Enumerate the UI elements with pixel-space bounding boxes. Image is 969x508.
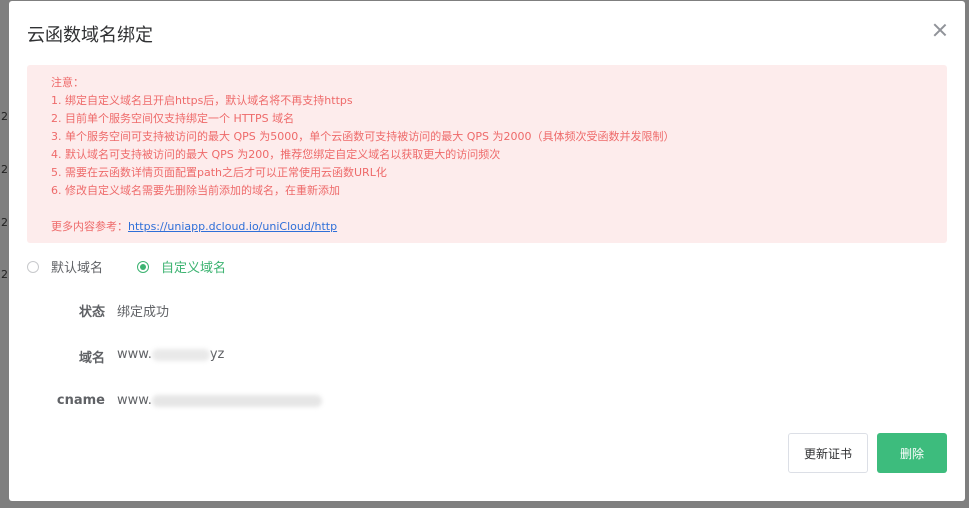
renew-certificate-button[interactable]: 更新证书: [788, 433, 868, 473]
radio-circle-icon[interactable]: [27, 260, 39, 273]
notice-item: 1. 绑定自定义域名且开启https后，默认域名将不再支持https: [51, 94, 353, 107]
redacted-mask: [151, 348, 210, 361]
notice-item: 3. 单个服务空间可支持被访问的最大 QPS 为5000，单个云函数可支持被访问…: [51, 130, 675, 143]
notice-item: 2. 目前单个服务空间仅支持绑定一个 HTTPS 域名: [51, 112, 295, 125]
domain-value-suffix: yz: [209, 347, 225, 362]
radio-label-default: 默认域名: [51, 261, 104, 276]
cname-label: cname: [56, 393, 105, 408]
notice-item: 4. 默认域名可支持被访问的最大 QPS 为200，推荐您绑定自定义域名以获取更…: [51, 148, 501, 161]
status-field: 状态 绑定成功: [9, 301, 409, 321]
radio-circle-checked-icon[interactable]: [137, 260, 149, 273]
backdrop-row-digit: 2: [1, 110, 8, 123]
status-label: 状态: [78, 305, 105, 320]
cname-field: cname www.: [9, 393, 409, 413]
radio-label-custom: 自定义域名: [161, 261, 227, 276]
dialog-title: 云函数域名绑定: [27, 25, 153, 46]
cname-value-prefix: www.: [117, 393, 152, 408]
radio-custom-domain[interactable]: 自定义域名: [137, 257, 226, 276]
backdrop-row-digit: 2: [1, 216, 8, 229]
docs-link[interactable]: https://uniapp.dcloud.io/uniCloud/http: [128, 220, 337, 233]
radio-default-domain[interactable]: 默认域名: [27, 257, 103, 276]
notice-alert: 注意： 1. 绑定自定义域名且开启https后，默认域名将不再支持https 2…: [27, 65, 947, 243]
notice-more: 更多内容参考：https://uniapp.dcloud.io/uniCloud…: [51, 218, 947, 236]
notice-more-prefix: 更多内容参考：: [51, 220, 128, 233]
domain-label: 域名: [78, 351, 105, 366]
redacted-mask: [151, 394, 322, 407]
close-icon[interactable]: [933, 23, 947, 37]
delete-button[interactable]: 删除: [877, 433, 947, 473]
cname-value: www.: [117, 393, 322, 408]
domain-value-prefix: www.: [117, 347, 152, 362]
domain-field: 域名 www. yz: [9, 347, 409, 367]
backdrop-row-digit: 2: [1, 163, 8, 176]
notice-spacer: [51, 200, 947, 218]
backdrop-row-digit: 2: [1, 268, 8, 281]
notice-item: 6. 修改自定义域名需要先删除当前添加的域名，在重新添加: [51, 184, 340, 197]
notice-heading: 注意：: [51, 76, 84, 89]
notice-item: 5. 需要在云函数详情页面配置path之后才可以正常使用云函数URL化: [51, 166, 387, 179]
status-value: 绑定成功: [117, 305, 170, 320]
domain-value: www. yz: [117, 347, 224, 362]
domain-binding-dialog: 云函数域名绑定 注意： 1. 绑定自定义域名且开启https后，默认域名将不再支…: [9, 1, 965, 501]
watermark: CSDN @一只小泰迪: [802, 482, 955, 501]
